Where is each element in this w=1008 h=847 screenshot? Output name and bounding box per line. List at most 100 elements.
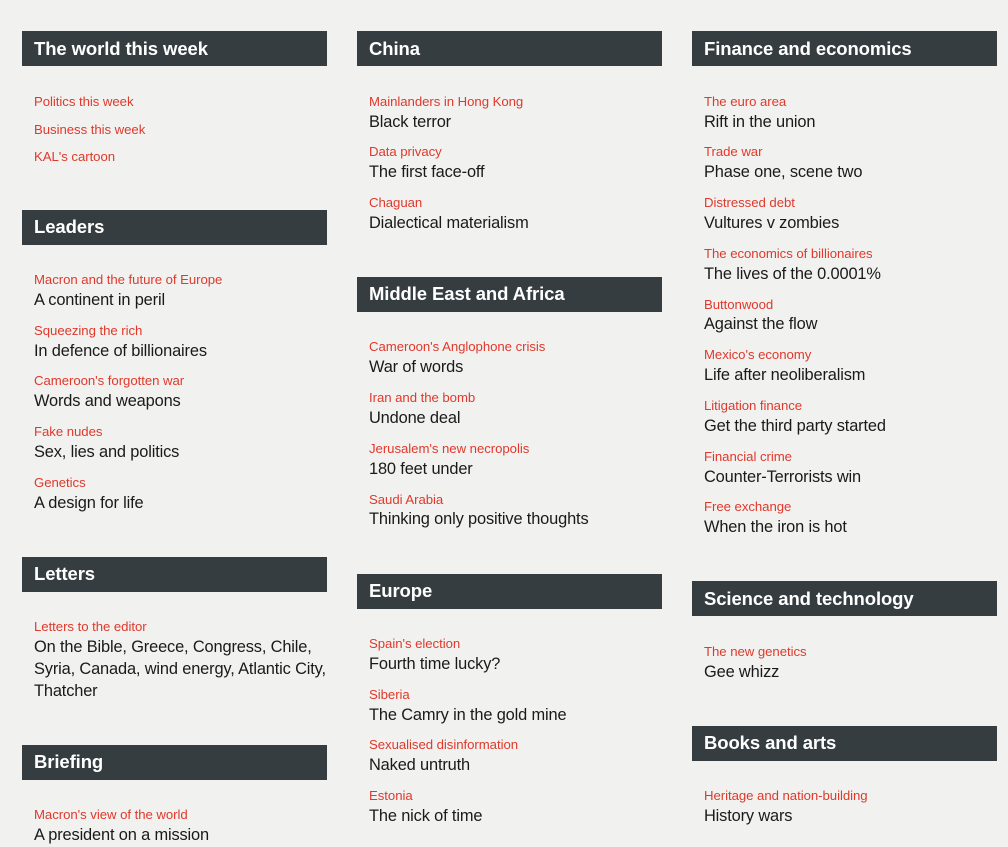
article-flytitle[interactable]: The new genetics bbox=[704, 644, 997, 661]
article-item[interactable]: Chaguan Dialectical materialism bbox=[357, 195, 662, 235]
article-flytitle[interactable]: The euro area bbox=[704, 94, 997, 111]
article-title[interactable]: The nick of time bbox=[369, 806, 662, 828]
article-flytitle[interactable]: Siberia bbox=[369, 687, 662, 704]
article-item[interactable]: Macron and the future of Europe A contine… bbox=[22, 272, 327, 312]
article-item[interactable]: Letters to the editor On the Bible, Greec… bbox=[22, 619, 327, 702]
article-title[interactable]: Undone deal bbox=[369, 408, 662, 430]
article-flytitle[interactable]: Mexico's economy bbox=[704, 347, 997, 364]
article-item[interactable]: Distressed debt Vultures v zombies bbox=[692, 195, 997, 235]
article-item[interactable]: Iran and the bomb Undone deal bbox=[357, 390, 662, 430]
article-item[interactable]: Data privacy The first face-off bbox=[357, 144, 662, 184]
article-title[interactable]: The lives of the 0.0001% bbox=[704, 264, 997, 286]
article-title[interactable]: Fourth time lucky? bbox=[369, 654, 662, 676]
article-title[interactable]: War of words bbox=[369, 357, 662, 379]
article-item[interactable]: The economics of billionaires The lives o… bbox=[692, 246, 997, 286]
article-flytitle[interactable]: Letters to the editor bbox=[34, 619, 327, 636]
article-item[interactable]: Siberia The Camry in the gold mine bbox=[357, 687, 662, 727]
article-flytitle[interactable]: Spain's election bbox=[369, 636, 662, 653]
article-title[interactable]: On the Bible, Greece, Congress, Chile, S… bbox=[34, 637, 327, 702]
article-title[interactable]: Naked untruth bbox=[369, 755, 662, 777]
article-item[interactable]: Financial crime Counter-Terrorists win bbox=[692, 449, 997, 489]
article-item[interactable]: The new genetics Gee whizz bbox=[692, 644, 997, 684]
article-item[interactable]: Macron's view of the world A president on… bbox=[22, 807, 327, 847]
article-title[interactable]: Get the third party started bbox=[704, 416, 997, 438]
article-item[interactable]: Mexico's economy Life after neoliberalism bbox=[692, 347, 997, 387]
article-list: Macron and the future of Europe A contine… bbox=[22, 260, 327, 515]
article-title[interactable]: Dialectical materialism bbox=[369, 213, 662, 235]
article-flytitle[interactable]: Genetics bbox=[34, 475, 327, 492]
article-item[interactable]: Fake nudes Sex, lies and politics bbox=[22, 424, 327, 464]
article-title[interactable]: Against the flow bbox=[704, 314, 997, 336]
article-flytitle[interactable]: Macron's view of the world bbox=[34, 807, 327, 824]
article-flytitle[interactable]: Saudi Arabia bbox=[369, 492, 662, 509]
article-flytitle[interactable]: Distressed debt bbox=[704, 195, 997, 212]
article-item[interactable]: Politics this week bbox=[22, 94, 327, 111]
article-flytitle[interactable]: Sexualised disinformation bbox=[369, 737, 662, 754]
article-item[interactable]: Business this week bbox=[22, 122, 327, 139]
article-item[interactable]: Heritage and nation-building History wars bbox=[692, 788, 997, 828]
article-flytitle[interactable]: Squeezing the rich bbox=[34, 323, 327, 340]
article-title[interactable]: Phase one, scene two bbox=[704, 162, 997, 184]
article-flytitle[interactable]: Iran and the bomb bbox=[369, 390, 662, 407]
article-flytitle[interactable]: Financial crime bbox=[704, 449, 997, 466]
article-flytitle[interactable]: Trade war bbox=[704, 144, 997, 161]
article-list: Mainlanders in Hong Kong Black terror Data… bbox=[357, 82, 662, 235]
article-title[interactable]: Words and weapons bbox=[34, 391, 327, 413]
article-item[interactable]: Mainlanders in Hong Kong Black terror bbox=[357, 94, 662, 134]
article-flytitle[interactable]: Free exchange bbox=[704, 499, 997, 516]
article-title[interactable]: When the iron is hot bbox=[704, 517, 997, 539]
article-item[interactable]: Saudi Arabia Thinking only positive thoug… bbox=[357, 492, 662, 532]
article-title[interactable]: Rift in the union bbox=[704, 112, 997, 134]
article-item[interactable]: Free exchange When the iron is hot bbox=[692, 499, 997, 539]
article-flytitle[interactable]: Buttonwood bbox=[704, 297, 997, 314]
article-title[interactable]: 180 feet under bbox=[369, 459, 662, 481]
article-title[interactable]: The Camry in the gold mine bbox=[369, 705, 662, 727]
section-header: Letters bbox=[22, 556, 327, 592]
article-flytitle[interactable]: Cameroon's forgotten war bbox=[34, 373, 327, 390]
article-title[interactable]: Counter-Terrorists win bbox=[704, 467, 997, 489]
article-title[interactable]: A design for life bbox=[34, 493, 327, 515]
article-flytitle[interactable]: KAL's cartoon bbox=[34, 149, 327, 166]
article-flytitle[interactable]: Fake nudes bbox=[34, 424, 327, 441]
article-title[interactable]: The first face-off bbox=[369, 162, 662, 184]
article-item[interactable]: The euro area Rift in the union bbox=[692, 94, 997, 134]
article-item[interactable]: Cameroon's Anglophone crisis War of words bbox=[357, 339, 662, 379]
article-item[interactable]: Estonia The nick of time bbox=[357, 788, 662, 828]
article-title[interactable]: Gee whizz bbox=[704, 662, 997, 684]
article-title[interactable]: Black terror bbox=[369, 112, 662, 134]
article-item[interactable]: Squeezing the rich In defence of billiona… bbox=[22, 323, 327, 363]
article-item[interactable]: Spain's election Fourth time lucky? bbox=[357, 636, 662, 676]
article-title[interactable]: In defence of billionaires bbox=[34, 341, 327, 363]
contents-grid: The world this week Politics this week Bus… bbox=[0, 0, 1008, 844]
article-title[interactable]: Vultures v zombies bbox=[704, 213, 997, 235]
article-title[interactable]: Life after neoliberalism bbox=[704, 365, 997, 387]
article-item[interactable]: Cameroon's forgotten war Words and weapon… bbox=[22, 373, 327, 413]
article-item[interactable]: Genetics A design for life bbox=[22, 475, 327, 515]
article-item[interactable]: Litigation finance Get the third party st… bbox=[692, 398, 997, 438]
article-flytitle[interactable]: Heritage and nation-building bbox=[704, 788, 997, 805]
article-item[interactable]: Jerusalem's new necropolis 180 feet under bbox=[357, 441, 662, 481]
article-title[interactable]: A president on a mission bbox=[34, 825, 327, 847]
section: Finance and economics The euro area Rift i… bbox=[692, 16, 997, 539]
article-title[interactable]: History wars bbox=[704, 806, 997, 828]
article-flytitle[interactable]: Macron and the future of Europe bbox=[34, 272, 327, 289]
article-flytitle[interactable]: Mainlanders in Hong Kong bbox=[369, 94, 662, 111]
article-item[interactable]: Sexualised disinformation Naked untruth bbox=[357, 737, 662, 777]
article-flytitle[interactable]: Chaguan bbox=[369, 195, 662, 212]
article-flytitle[interactable]: Litigation finance bbox=[704, 398, 997, 415]
article-flytitle[interactable]: Politics this week bbox=[34, 94, 327, 111]
article-title[interactable]: A continent in peril bbox=[34, 290, 327, 312]
article-flytitle[interactable]: Jerusalem's new necropolis bbox=[369, 441, 662, 458]
section: Leaders Macron and the future of Europe A … bbox=[22, 194, 327, 514]
article-title[interactable]: Sex, lies and politics bbox=[34, 442, 327, 464]
article-item[interactable]: KAL's cartoon bbox=[22, 149, 327, 166]
article-flytitle[interactable]: Estonia bbox=[369, 788, 662, 805]
article-flytitle[interactable]: Cameroon's Anglophone crisis bbox=[369, 339, 662, 356]
article-flytitle[interactable]: The economics of billionaires bbox=[704, 246, 997, 263]
article-item[interactable]: Buttonwood Against the flow bbox=[692, 297, 997, 337]
article-flytitle[interactable]: Business this week bbox=[34, 122, 327, 139]
article-list: Macron's view of the world A president on… bbox=[22, 795, 327, 847]
article-title[interactable]: Thinking only positive thoughts bbox=[369, 509, 662, 531]
article-item[interactable]: Trade war Phase one, scene two bbox=[692, 144, 997, 184]
article-flytitle[interactable]: Data privacy bbox=[369, 144, 662, 161]
